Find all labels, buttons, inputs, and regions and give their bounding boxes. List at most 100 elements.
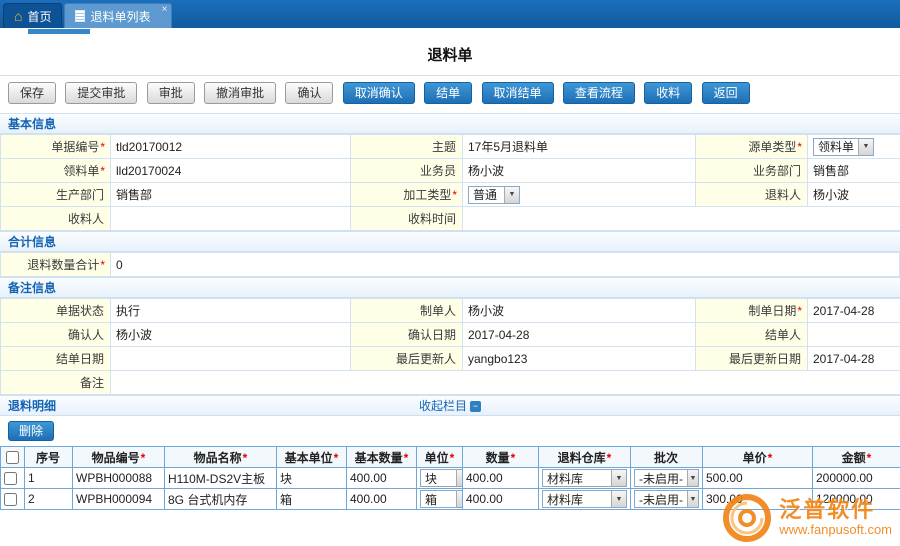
- pick-no-label: 领料单*: [1, 159, 111, 183]
- source-type-label: 源单类型*: [696, 135, 808, 159]
- subject-value[interactable]: 17年5月退料单: [463, 135, 696, 159]
- select-all-checkbox[interactable]: [6, 451, 19, 464]
- view-flow-button[interactable]: 查看流程: [563, 82, 635, 104]
- col-seq: 序号: [25, 447, 73, 468]
- back-button[interactable]: 返回: [702, 82, 750, 104]
- collapse-columns-link[interactable]: 收起栏目 −: [419, 396, 481, 416]
- dropdown-arrow-icon: ▼: [504, 187, 519, 203]
- collapse-columns-label: 收起栏目: [419, 396, 467, 416]
- item-name-cell[interactable]: H110M-DS2V主板: [165, 468, 277, 489]
- approve-button[interactable]: 审批: [147, 82, 195, 104]
- tab-home-label: 首页: [27, 8, 51, 25]
- amount-cell: 200000.00: [813, 468, 900, 489]
- salesman-value[interactable]: 杨小波: [463, 159, 696, 183]
- unit-select[interactable]: 箱 ▼: [420, 490, 463, 508]
- biz-dept-value[interactable]: 销售部: [808, 159, 900, 183]
- source-type-select-value: 领料单: [818, 138, 854, 155]
- salesman-label: 业务员: [351, 159, 463, 183]
- col-base-qty: 基本数量*: [347, 447, 417, 468]
- section-return-detail-title: 退料明细: [8, 399, 56, 413]
- row-checkbox[interactable]: [4, 493, 17, 506]
- return-detail-table: 序号 物品编号* 物品名称* 基本单位* 基本数量* 单位* 数量* 退料仓库*…: [0, 446, 900, 510]
- return-person-value[interactable]: 杨小波: [808, 183, 900, 207]
- batch-select[interactable]: -未启用- ▼: [634, 469, 699, 487]
- section-basic-info-title: 基本信息: [8, 117, 56, 131]
- form-row: 收料人 收料时间: [1, 207, 900, 231]
- form-row: 备注: [1, 371, 900, 395]
- receive-person-value[interactable]: [111, 207, 351, 231]
- seq-cell: 1: [25, 468, 73, 489]
- confirm-date-value: 2017-04-28: [463, 323, 696, 347]
- detail-row: 2 WPBH000094 8G 台式机内存 箱 400.00 箱 ▼ 400.0…: [1, 489, 900, 510]
- base-qty-cell[interactable]: 400.00: [347, 468, 417, 489]
- cancel-approval-button[interactable]: 撤消审批: [204, 82, 276, 104]
- close-person-value: [808, 323, 900, 347]
- price-cell[interactable]: 300.00: [703, 489, 813, 510]
- cancel-confirm-button[interactable]: 取消确认: [343, 82, 415, 104]
- app-window: ⌂ 首页 退料单列表 × 退料单 保存 提交审批 审批 撤消审批 确认 取消确认…: [0, 0, 900, 546]
- close-date-label: 结单日期: [1, 347, 111, 371]
- save-button[interactable]: 保存: [8, 82, 56, 104]
- receive-time-value[interactable]: [463, 207, 900, 231]
- dropdown-arrow-icon: ▼: [858, 139, 873, 155]
- submit-approval-button[interactable]: 提交审批: [65, 82, 137, 104]
- unit-cell: 箱 ▼: [417, 489, 463, 510]
- section-basic-info: 基本信息: [0, 113, 900, 134]
- basic-info-table: 单据编号* tld20170012 主题 17年5月退料单 源单类型* 领料单 …: [0, 134, 900, 231]
- prod-dept-value[interactable]: 销售部: [111, 183, 351, 207]
- form-row: 领料单* lld20170024 业务员 杨小波 业务部门 销售部: [1, 159, 900, 183]
- last-update-date-label: 最后更新日期: [696, 347, 808, 371]
- section-remark-info-title: 备注信息: [8, 281, 56, 295]
- qty-cell[interactable]: 400.00: [463, 489, 539, 510]
- source-type-select[interactable]: 领料单 ▼: [813, 138, 874, 156]
- batch-cell: -未启用- ▼: [631, 468, 703, 489]
- item-code-cell[interactable]: WPBH000088: [73, 468, 165, 489]
- unit-select[interactable]: 块 ▼: [420, 469, 463, 487]
- make-date-label: 制单日期*: [696, 299, 808, 323]
- pick-no-value[interactable]: lld20170024: [111, 159, 351, 183]
- maker-label: 制单人: [351, 299, 463, 323]
- return-person-label: 退料人: [696, 183, 808, 207]
- last-update-date-value: 2017-04-28: [808, 347, 900, 371]
- process-type-cell: 普通 ▼: [463, 183, 696, 207]
- warehouse-select[interactable]: 材料库 ▼: [542, 469, 627, 487]
- note-label: 备注: [1, 371, 111, 395]
- document-icon: [75, 10, 85, 22]
- return-qty-total-label: 退料数量合计*: [1, 253, 111, 277]
- row-checkbox[interactable]: [4, 472, 17, 485]
- item-name-cell[interactable]: 8G 台式机内存: [165, 489, 277, 510]
- close-order-button[interactable]: 结单: [424, 82, 472, 104]
- collapse-icon: −: [470, 401, 481, 412]
- cancel-close-button[interactable]: 取消结单: [482, 82, 554, 104]
- qty-cell[interactable]: 400.00: [463, 468, 539, 489]
- doc-no-value[interactable]: tld20170012: [111, 135, 351, 159]
- tab-return-list[interactable]: 退料单列表 ×: [64, 3, 171, 28]
- price-cell[interactable]: 500.00: [703, 468, 813, 489]
- page-title: 退料单: [0, 37, 900, 75]
- detail-row: 1 WPBH000088 H110M-DS2V主板 块 400.00 块 ▼ 4…: [1, 468, 900, 489]
- dropdown-arrow-icon: ▼: [687, 491, 698, 507]
- receive-material-button[interactable]: 收料: [644, 82, 692, 104]
- item-code-cell[interactable]: WPBH000094: [73, 489, 165, 510]
- delete-row-button[interactable]: 删除: [8, 421, 54, 441]
- unit-cell: 块 ▼: [417, 468, 463, 489]
- last-updater-label: 最后更新人: [351, 347, 463, 371]
- row-select-cell: [1, 489, 25, 510]
- process-type-select-value: 普通: [473, 186, 497, 203]
- warehouse-cell: 材料库 ▼: [539, 468, 631, 489]
- tab-home[interactable]: ⌂ 首页: [3, 3, 62, 28]
- warehouse-select[interactable]: 材料库 ▼: [542, 490, 627, 508]
- form-row: 结单日期 最后更新人 yangbo123 最后更新日期 2017-04-28: [1, 347, 900, 371]
- col-base-unit: 基本单位*: [277, 447, 347, 468]
- confirm-button[interactable]: 确认: [285, 82, 333, 104]
- section-total-info-title: 合计信息: [8, 235, 56, 249]
- note-value[interactable]: [111, 371, 900, 395]
- confirm-person-value: 杨小波: [111, 323, 351, 347]
- base-qty-cell[interactable]: 400.00: [347, 489, 417, 510]
- batch-select[interactable]: -未启用- ▼: [634, 490, 699, 508]
- total-info-table: 退料数量合计* 0: [0, 252, 900, 277]
- maker-value: 杨小波: [463, 299, 696, 323]
- close-icon[interactable]: ×: [162, 5, 168, 15]
- receive-time-label: 收料时间: [351, 207, 463, 231]
- process-type-select[interactable]: 普通 ▼: [468, 186, 520, 204]
